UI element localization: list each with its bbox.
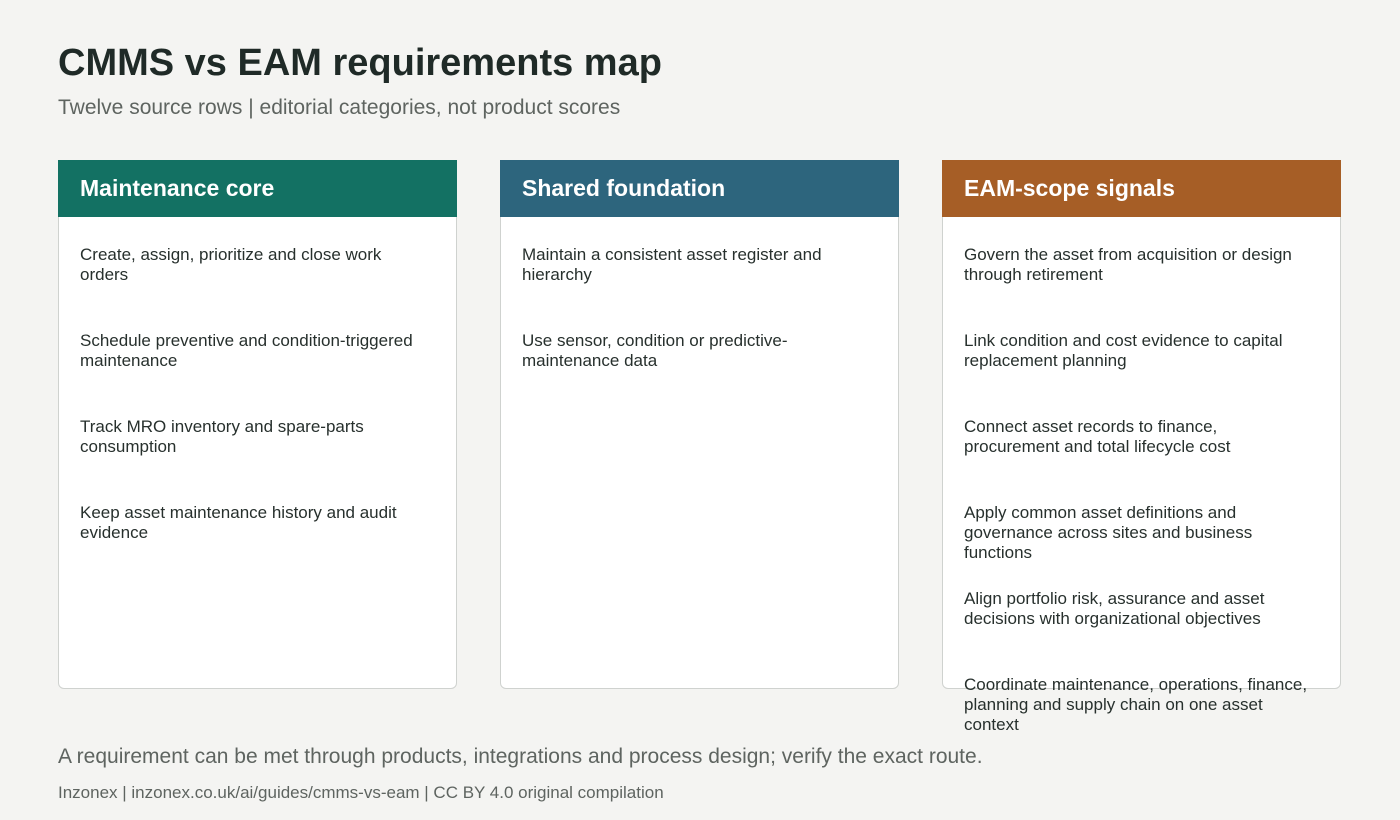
requirement-item: Apply common asset definitions and gover… bbox=[964, 503, 1253, 562]
column-eam-scope-signals: EAM-scope signals Govern the asset from … bbox=[942, 160, 1341, 734]
requirement-item: Link condition and cost evidence to capi… bbox=[964, 331, 1283, 370]
footer-note: A requirement can be met through product… bbox=[58, 745, 983, 768]
requirement-item: Keep asset maintenance history and audit… bbox=[80, 503, 397, 542]
requirement-item: Schedule preventive and condition-trigge… bbox=[80, 331, 413, 370]
requirement-item: Align portfolio risk, assurance and asse… bbox=[964, 589, 1265, 628]
requirement-item: Use sensor, condition or predictive-main… bbox=[522, 331, 788, 370]
requirement-item: Track MRO inventory and spare-parts cons… bbox=[80, 417, 364, 456]
source-credits: Inzonex | inzonex.co.uk/ai/guides/cmms-v… bbox=[58, 783, 664, 802]
page-subtitle: Twelve source rows | editorial categorie… bbox=[58, 96, 621, 119]
column-shared-foundation: Shared foundation Maintain a consistent … bbox=[500, 160, 899, 689]
requirement-item: Create, assign, prioritize and close wor… bbox=[80, 245, 382, 284]
column-heading: EAM-scope signals bbox=[942, 160, 1341, 217]
column-maintenance-core: Maintenance core Create, assign, priorit… bbox=[58, 160, 457, 689]
page-title: CMMS vs EAM requirements map bbox=[58, 42, 662, 84]
requirement-item: Coordinate maintenance, operations, fina… bbox=[964, 675, 1308, 734]
column-heading: Maintenance core bbox=[58, 160, 457, 217]
requirement-item: Connect asset records to finance, procur… bbox=[964, 417, 1231, 456]
column-heading: Shared foundation bbox=[500, 160, 899, 217]
requirement-item: Maintain a consistent asset register and… bbox=[522, 245, 822, 284]
requirement-item: Govern the asset from acquisition or des… bbox=[964, 245, 1292, 284]
